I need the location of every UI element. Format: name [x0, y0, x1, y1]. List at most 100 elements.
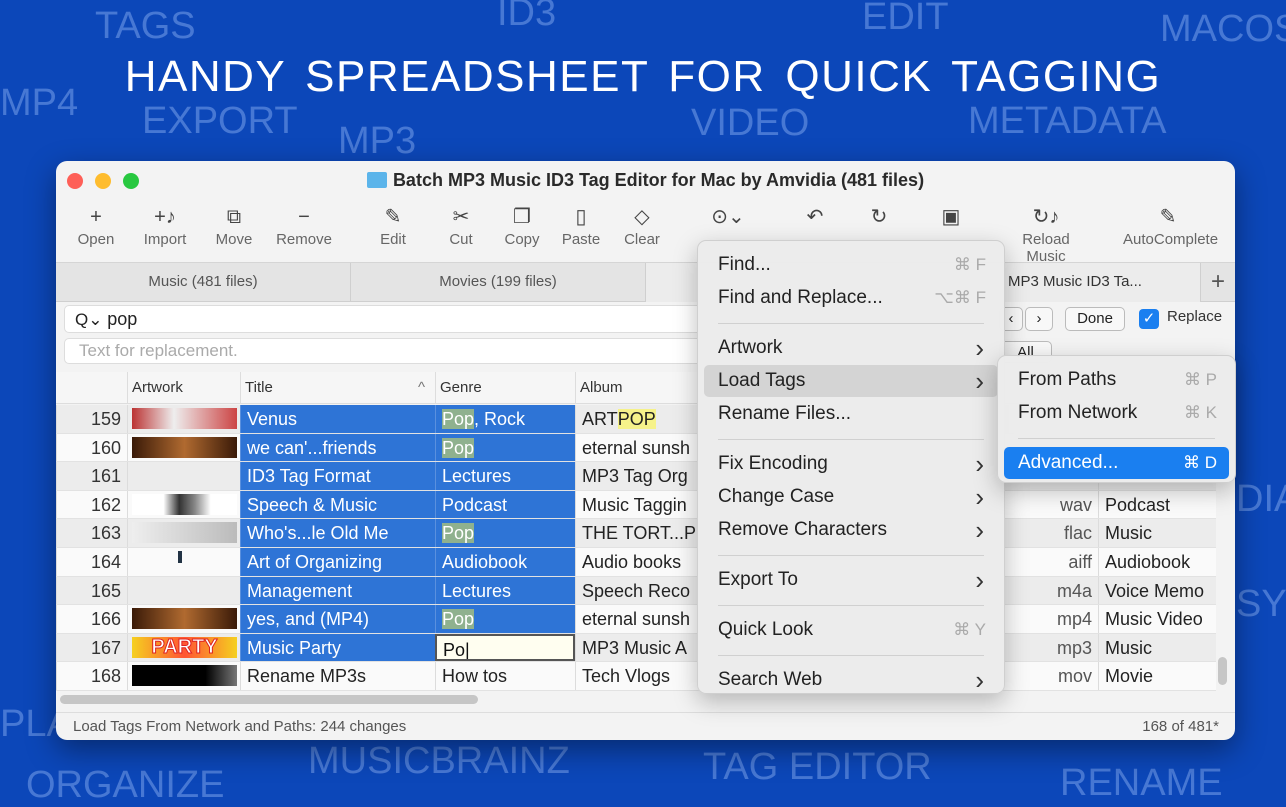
extension-cell[interactable]: aiff — [1000, 548, 1098, 576]
artwork-cell[interactable]: PARTY — [127, 633, 240, 662]
artwork-cell[interactable] — [127, 576, 240, 605]
kind-cell[interactable]: Music Video — [1098, 605, 1216, 633]
menu-item-fix-encoding[interactable]: Fix Encoding › — [704, 448, 998, 480]
kind-cell[interactable]: Voice Memo — [1098, 576, 1216, 605]
table-row[interactable]: 164 Art of Organizing Audiobook Audio books… — [56, 548, 1216, 577]
album-cell[interactable]: MP3 Music A — [575, 633, 705, 662]
row-number[interactable]: 160 — [56, 433, 127, 462]
genre-cell[interactable]: Pop — [435, 605, 575, 633]
genre-cell[interactable]: Lectures — [435, 576, 575, 605]
toolbar-clear-button[interactable]: ◇ Clear — [597, 203, 687, 248]
menu-item-from-network[interactable]: From Network ⌘ K — [1004, 397, 1229, 429]
menu-item-find-and-replace[interactable]: Find and Replace... ⌥⌘ F — [704, 282, 998, 314]
row-number[interactable]: 165 — [56, 576, 127, 605]
menu-item-artwork[interactable]: Artwork › — [704, 332, 998, 364]
title-cell[interactable]: Management — [240, 576, 435, 605]
title-cell[interactable]: ID3 Tag Format — [240, 462, 435, 490]
menu-item-load-tags[interactable]: Load Tags › — [704, 365, 998, 397]
table-row[interactable]: 165 Management Lectures Speech Reco m4a Voice… — [56, 576, 1216, 606]
toolbar-more-button[interactable]: ⊙⌄ — [683, 203, 773, 231]
table-row[interactable]: 166 yes, and (MP4) Pop eternal sunsh mp4 Musi… — [56, 605, 1216, 634]
menu-item-from-paths[interactable]: From Paths ⌘ P — [1004, 364, 1229, 396]
toolbar-remove-button[interactable]: − Remove — [259, 203, 349, 248]
album-cell[interactable]: Speech Reco — [575, 576, 705, 605]
title-cell[interactable]: Speech & Music — [240, 490, 435, 519]
row-number[interactable]: 161 — [56, 462, 127, 490]
table-row[interactable]: 163 Who's...le Old Me Pop THE TORT...P flac M… — [56, 519, 1216, 548]
menu-item-search-web[interactable]: Search Web › — [704, 664, 998, 696]
extension-cell[interactable]: flac — [1000, 519, 1098, 547]
kind-cell[interactable]: Audiobook — [1098, 548, 1216, 576]
toolbar-reload-music-button[interactable]: ↻♪ Reload Music — [1001, 203, 1091, 265]
album-cell[interactable]: Music Taggin — [575, 490, 705, 519]
album-cell[interactable]: MP3 Tag Org — [575, 462, 705, 490]
toolbar-save-button[interactable]: ▣ — [906, 203, 996, 231]
artwork-cell[interactable] — [127, 662, 240, 690]
title-cell[interactable]: we can'...friends — [240, 433, 435, 462]
row-number[interactable]: 168 — [56, 662, 127, 690]
menu-item-rename-files[interactable]: Rename Files... — [704, 398, 998, 430]
row-number[interactable]: 166 — [56, 605, 127, 633]
row-number[interactable]: 167 — [56, 633, 127, 662]
menu-item-quick-look[interactable]: Quick Look ⌘ Y — [704, 614, 998, 646]
genre-cell[interactable]: Podcast — [435, 490, 575, 519]
kind-cell[interactable]: Music — [1098, 633, 1216, 662]
title-cell[interactable]: yes, and (MP4) — [240, 605, 435, 633]
title-cell[interactable]: Rename MP3s — [240, 662, 435, 690]
genre-cell[interactable]: Po| — [435, 633, 575, 662]
artwork-cell[interactable] — [127, 490, 240, 519]
extension-cell[interactable]: m4a — [1000, 576, 1098, 605]
artwork-cell[interactable] — [127, 548, 240, 576]
table-row[interactable]: 167 PARTY Music Party Po| MP3 Music A mp3 Musi… — [56, 633, 1216, 663]
artwork-cell[interactable] — [127, 462, 240, 490]
row-number[interactable]: 159 — [56, 405, 127, 433]
add-tab-icon[interactable]: + — [1201, 263, 1235, 302]
next-match-button[interactable]: › — [1025, 307, 1053, 331]
replace-checkbox[interactable]: ✓ — [1139, 309, 1159, 329]
replace-input[interactable]: Text for replacement. — [64, 338, 704, 364]
horizontal-scrollbar[interactable] — [60, 695, 478, 704]
vertical-scrollbar[interactable] — [1218, 657, 1227, 685]
menu-item-change-case[interactable]: Change Case › — [704, 481, 998, 513]
genre-cell[interactable]: Audiobook — [435, 548, 575, 576]
artwork-cell[interactable] — [127, 605, 240, 633]
row-number[interactable]: 162 — [56, 490, 127, 519]
album-cell[interactable]: eternal sunsh — [575, 605, 705, 633]
menu-item-find[interactable]: Find... ⌘ F — [704, 249, 998, 281]
menu-item-advanced[interactable]: Advanced... ⌘ D — [1004, 447, 1229, 479]
column-title[interactable]: Title ^ — [240, 372, 435, 403]
extension-cell[interactable]: wav — [1000, 490, 1098, 519]
genre-cell[interactable]: Lectures — [435, 462, 575, 490]
kind-cell[interactable]: Podcast — [1098, 490, 1216, 519]
kind-cell[interactable]: Music — [1098, 519, 1216, 547]
extension-cell[interactable]: mp3 — [1000, 633, 1098, 662]
album-cell[interactable]: Tech Vlogs — [575, 662, 705, 690]
album-cell[interactable]: Audio books — [575, 548, 705, 576]
title-cell[interactable]: Who's...le Old Me — [240, 519, 435, 547]
artwork-cell[interactable] — [127, 433, 240, 462]
row-number[interactable]: 163 — [56, 519, 127, 547]
artwork-cell[interactable] — [127, 519, 240, 547]
title-cell[interactable]: Venus — [240, 405, 435, 433]
toolbar-autocomplete-button[interactable]: ✎ AutoComplete — [1123, 203, 1218, 248]
genre-cell[interactable]: Pop — [435, 519, 575, 547]
column-genre[interactable]: Genre — [435, 372, 575, 403]
table-row[interactable]: 168 Rename MP3s How tos Tech Vlogs mov Movie — [56, 662, 1216, 691]
column-artwork[interactable]: Artwork — [127, 372, 240, 403]
album-cell[interactable]: ARTPOP — [575, 405, 705, 433]
title-cell[interactable]: Art of Organizing — [240, 548, 435, 576]
extension-cell[interactable]: mp4 — [1000, 605, 1098, 633]
genre-cell[interactable]: Pop — [435, 433, 575, 462]
album-cell[interactable]: eternal sunsh — [575, 433, 705, 462]
kind-cell[interactable]: Movie — [1098, 662, 1216, 690]
album-cell[interactable]: THE TORT...P — [575, 519, 705, 547]
menu-item-export-to[interactable]: Export To › — [704, 564, 998, 596]
done-button[interactable]: Done — [1065, 307, 1125, 331]
search-input[interactable]: Q⌄ pop — [64, 305, 704, 333]
tab-movies[interactable]: Movies (199 files) — [351, 263, 646, 302]
artwork-cell[interactable] — [127, 405, 240, 433]
menu-item-remove-characters[interactable]: Remove Characters › — [704, 514, 998, 546]
tab-music[interactable]: Music (481 files) — [56, 263, 351, 302]
title-cell[interactable]: Music Party — [240, 633, 435, 662]
row-number[interactable]: 164 — [56, 548, 127, 576]
